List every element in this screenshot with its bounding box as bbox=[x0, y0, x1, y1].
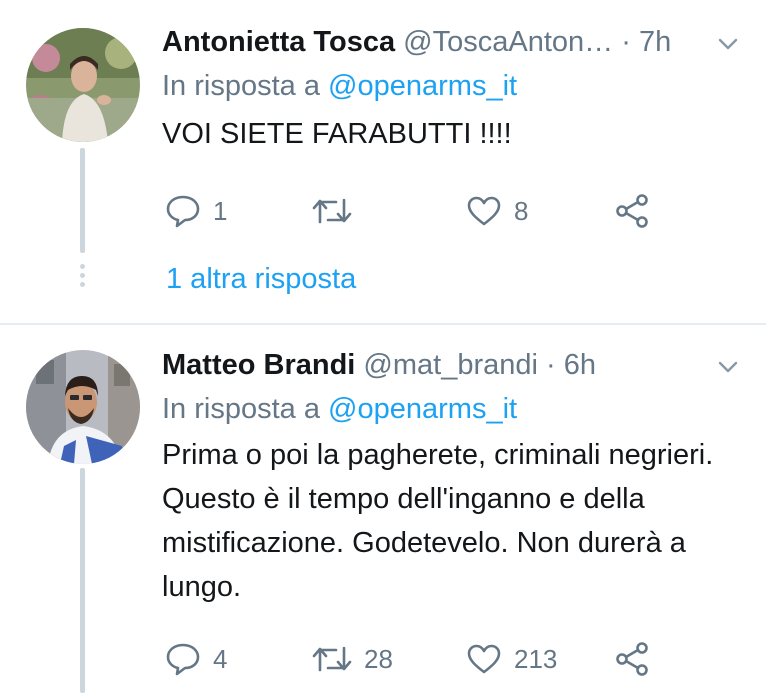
reply-context: In risposta a @openarms_it bbox=[162, 389, 517, 429]
like-count: 8 bbox=[514, 195, 529, 226]
like-button[interactable]: 213 bbox=[466, 639, 557, 679]
like-button[interactable]: 8 bbox=[466, 191, 528, 231]
tweet[interactable]: Antonietta Tosca @ToscaAnton… · 7h In ri… bbox=[0, 0, 766, 325]
chevron-down-icon[interactable] bbox=[718, 37, 738, 51]
reply-mention-link[interactable]: @openarms_it bbox=[328, 393, 517, 425]
reply-icon bbox=[166, 643, 200, 676]
tweet-text: Prima o poi la pagherete, criminali negr… bbox=[162, 439, 714, 603]
timestamp[interactable]: 6h bbox=[564, 349, 596, 381]
retweet-icon bbox=[312, 646, 352, 672]
share-icon bbox=[616, 642, 648, 676]
separator-dot: · bbox=[621, 26, 631, 58]
thread-dots bbox=[80, 264, 85, 291]
share-button[interactable] bbox=[614, 639, 650, 679]
author-name[interactable]: Antonietta Tosca bbox=[162, 26, 395, 58]
retweet-button[interactable]: 28 bbox=[312, 639, 393, 679]
reply-context: In risposta a @openarms_it bbox=[162, 66, 517, 106]
show-more-replies-link[interactable]: 1 altra risposta bbox=[166, 259, 356, 299]
retweet-count: 28 bbox=[364, 643, 393, 674]
avatar[interactable] bbox=[26, 350, 140, 464]
reply-button[interactable]: 4 bbox=[165, 639, 227, 679]
author-handle[interactable]: @mat_brandi bbox=[363, 349, 538, 381]
reply-mention-link[interactable]: @openarms_it bbox=[328, 70, 517, 102]
share-button[interactable] bbox=[614, 191, 650, 231]
tweet-text: VOI SIETE FARABUTTI !!!! bbox=[162, 118, 512, 150]
chevron-down-icon[interactable] bbox=[718, 360, 738, 374]
like-count: 213 bbox=[514, 643, 558, 674]
reply-count: 4 bbox=[213, 643, 228, 674]
share-icon bbox=[616, 194, 648, 228]
reply-icon bbox=[166, 195, 200, 228]
author-name[interactable]: Matteo Brandi bbox=[162, 349, 355, 381]
heart-icon bbox=[467, 196, 501, 226]
retweet-button[interactable] bbox=[312, 191, 364, 231]
avatar-photo bbox=[26, 350, 140, 464]
avatar-photo bbox=[26, 28, 140, 142]
action-bar: 4 28 213 bbox=[0, 639, 766, 679]
tweet[interactable]: Matteo Brandi @mat_brandi · 6h In rispos… bbox=[0, 325, 766, 693]
tweet-header: Matteo Brandi @mat_brandi · 6h bbox=[162, 345, 696, 385]
author-handle[interactable]: @ToscaAnton… bbox=[403, 26, 613, 58]
retweet-icon bbox=[312, 198, 352, 224]
separator-dot: · bbox=[546, 349, 556, 381]
reply-count: 1 bbox=[213, 195, 228, 226]
tweet-header: Antonietta Tosca @ToscaAnton… · 7h bbox=[162, 22, 696, 62]
reply-button[interactable]: 1 bbox=[165, 191, 227, 231]
heart-icon bbox=[467, 644, 501, 674]
avatar[interactable] bbox=[26, 28, 140, 142]
reply-prefix: In risposta a bbox=[162, 393, 320, 425]
action-bar: 1 8 bbox=[0, 191, 766, 231]
timestamp[interactable]: 7h bbox=[639, 26, 671, 58]
reply-prefix: In risposta a bbox=[162, 70, 320, 102]
